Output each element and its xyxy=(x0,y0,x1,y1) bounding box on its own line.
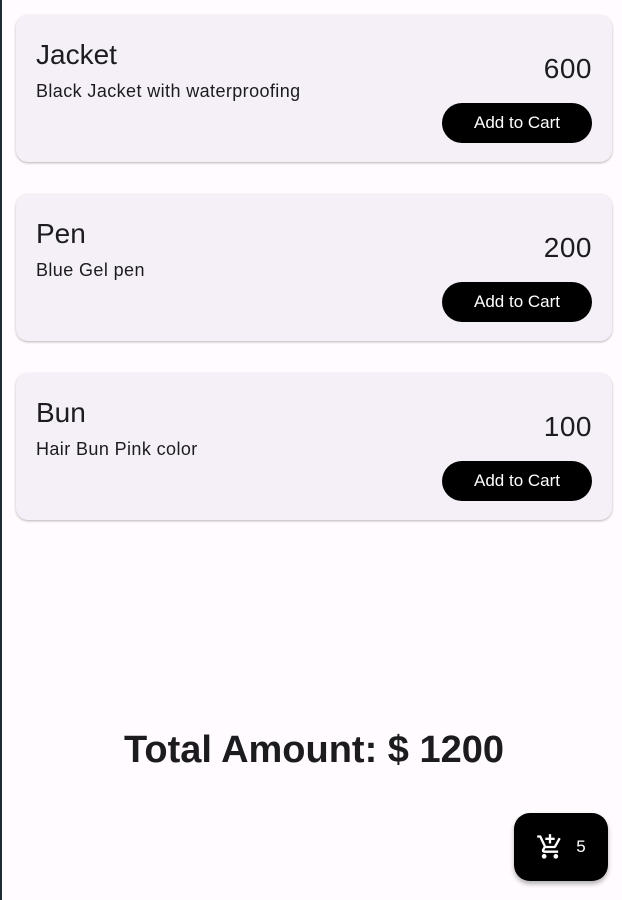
product-price: 100 xyxy=(543,411,592,442)
product-price: 200 xyxy=(543,232,592,263)
app-screen: Jacket Black Jacket with waterproofing 6… xyxy=(0,0,622,900)
product-card-pen: Pen Blue Gel pen 200 Add to Cart xyxy=(16,194,612,341)
add-to-cart-button-jacket[interactable]: Add to Cart xyxy=(442,103,592,143)
product-description: Blue Gel pen xyxy=(36,260,145,280)
product-description: Hair Bun Pink color xyxy=(36,439,198,459)
product-name: Pen xyxy=(36,218,86,249)
product-description: Black Jacket with waterproofing xyxy=(36,81,301,101)
cart-fab-button[interactable]: 5 xyxy=(514,813,608,881)
total-amount: Total Amount: $ 1200 xyxy=(123,729,505,771)
product-name: Bun xyxy=(36,397,86,428)
cart-count: 5 xyxy=(576,837,586,856)
product-card-jacket: Jacket Black Jacket with waterproofing 6… xyxy=(16,15,612,162)
add-to-cart-button-pen[interactable]: Add to Cart xyxy=(442,282,592,322)
add-to-cart-button-bun[interactable]: Add to Cart xyxy=(442,461,592,501)
add-shopping-cart-icon xyxy=(537,834,561,859)
product-card-bun: Bun Hair Bun Pink color 100 Add to Cart xyxy=(16,373,612,520)
product-name: Jacket xyxy=(36,39,117,70)
product-price: 600 xyxy=(543,53,592,84)
